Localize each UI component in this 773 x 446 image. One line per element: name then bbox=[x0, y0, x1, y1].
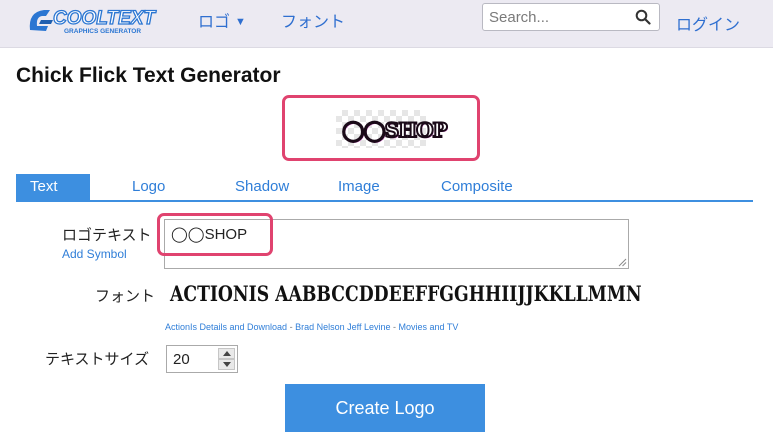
cooltext-logo[interactable]: COOLTEXT GRAPHICS GENERATOR bbox=[24, 4, 164, 38]
credit-separator: - bbox=[287, 322, 296, 332]
preview-text: ◯◯SHOP bbox=[341, 117, 449, 143]
nav-font-link[interactable]: フォント bbox=[281, 8, 345, 32]
logo-text-input[interactable]: ◯◯SHOP bbox=[164, 219, 629, 269]
search-icon[interactable] bbox=[635, 9, 651, 25]
stepper-up-icon[interactable] bbox=[218, 348, 235, 359]
stepper-buttons bbox=[218, 348, 235, 370]
page-title: Chick Flick Text Generator bbox=[16, 64, 281, 87]
login-link[interactable]: ログイン bbox=[676, 11, 740, 35]
nav-logo-label: ロゴ bbox=[198, 14, 231, 31]
font-credits: ActionIs Details and Download - Brad Nel… bbox=[165, 322, 458, 332]
font-author-link[interactable]: Brad Nelson Jeff Levine bbox=[295, 322, 390, 332]
text-size-input[interactable] bbox=[167, 346, 225, 372]
preview-highlight: ◯◯SHOP bbox=[282, 95, 480, 161]
tab-shadow[interactable]: Shadow bbox=[235, 174, 289, 200]
stepper-down-icon[interactable] bbox=[218, 359, 235, 370]
top-navbar: COOLTEXT GRAPHICS GENERATOR ロゴ ▼ フォント ログイ… bbox=[0, 0, 773, 48]
text-size-stepper bbox=[166, 345, 238, 373]
font-sample-preview[interactable]: ACTIONIS AABBCCDDEEFFGGHHIIJJKKLLMMN bbox=[170, 281, 642, 306]
create-logo-button[interactable]: Create Logo bbox=[285, 384, 485, 432]
svg-text:GRAPHICS GENERATOR: GRAPHICS GENERATOR bbox=[64, 28, 141, 35]
tab-text[interactable]: Text bbox=[16, 174, 90, 200]
nav-logo-menu[interactable]: ロゴ ▼ bbox=[198, 8, 246, 32]
font-category-link[interactable]: Movies and TV bbox=[398, 322, 458, 332]
tab-logo[interactable]: Logo bbox=[132, 174, 165, 200]
font-label: フォント bbox=[95, 288, 156, 305]
search-box bbox=[482, 3, 660, 31]
editor-tabs: Text Logo Shadow Image Composite bbox=[16, 174, 753, 202]
search-input[interactable] bbox=[483, 4, 645, 30]
resize-grip-icon[interactable] bbox=[618, 258, 627, 267]
svg-text:COOLTEXT: COOLTEXT bbox=[53, 8, 156, 29]
tab-image[interactable]: Image bbox=[338, 174, 380, 200]
logo-preview[interactable]: ◯◯SHOP bbox=[336, 110, 449, 148]
cooltext-emblem-icon bbox=[29, 10, 53, 31]
logo-text-label: ロゴテキスト bbox=[62, 227, 152, 244]
caret-down-icon: ▼ bbox=[235, 16, 246, 28]
text-size-label: テキストサイズ bbox=[45, 351, 150, 368]
tab-composite[interactable]: Composite bbox=[441, 174, 513, 200]
add-symbol-link[interactable]: Add Symbol bbox=[62, 247, 127, 261]
font-details-link[interactable]: ActionIs Details and Download bbox=[165, 322, 287, 332]
